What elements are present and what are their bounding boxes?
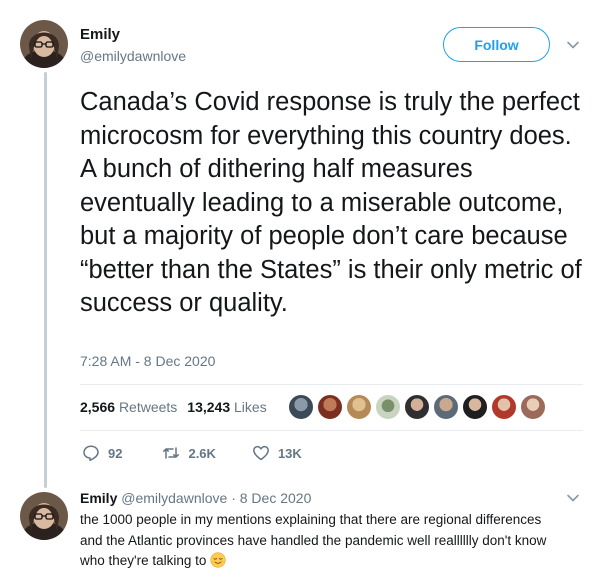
chevron-down-icon[interactable]: [566, 38, 580, 52]
retweets-count: 2,566: [80, 399, 116, 415]
follow-button[interactable]: Follow: [443, 27, 550, 62]
liker-avatar[interactable]: [462, 394, 488, 420]
liker-avatar[interactable]: [346, 394, 372, 420]
tweet-text: Canada’s Covid response is truly the per…: [80, 88, 582, 317]
author-avatar[interactable]: [20, 20, 68, 68]
tweet-stats: 2,566 Retweets 13,243 Likes: [80, 399, 267, 415]
retweets-label: Retweets: [118, 399, 178, 415]
tweet-actions: 92 2.6K 13K: [82, 444, 330, 462]
author-name[interactable]: Emily: [80, 26, 120, 43]
liker-avatar[interactable]: [491, 394, 517, 420]
liker-avatar[interactable]: [375, 394, 401, 420]
reply-author-avatar[interactable]: [20, 492, 68, 540]
liker-avatar[interactable]: [433, 394, 459, 420]
likes-stat[interactable]: 13,243 Likes: [187, 399, 266, 415]
like-count: 13K: [277, 445, 302, 461]
reply-button[interactable]: 92: [82, 444, 122, 462]
thread-connector-line: [44, 72, 47, 488]
retweet-icon: [162, 444, 180, 462]
retweets-stat[interactable]: 2,566 Retweets: [80, 399, 177, 415]
reply-date[interactable]: 8 Dec 2020: [240, 490, 312, 506]
reply-text-body: the 1000 people in my mentions explainin…: [80, 512, 547, 568]
divider: [80, 384, 583, 385]
likes-label: Likes: [234, 399, 267, 415]
liker-avatar[interactable]: [520, 394, 546, 420]
author-handle[interactable]: @emilydawnlove: [80, 48, 186, 64]
liker-avatar[interactable]: [404, 394, 430, 420]
chevron-down-icon[interactable]: [566, 491, 580, 505]
liker-avatar[interactable]: [288, 394, 314, 420]
liker-avatars: [288, 394, 546, 420]
divider: [80, 430, 583, 431]
reply-header: Emily @emilydawnlove · 8 Dec 2020: [80, 490, 311, 506]
reply-text: the 1000 people in my mentions explainin…: [80, 510, 560, 572]
like-button[interactable]: 13K: [252, 444, 302, 462]
reply-author-handle[interactable]: @emilydawnlove: [121, 490, 227, 506]
reply-author-name[interactable]: Emily: [80, 490, 117, 506]
relieved-face-emoji: [210, 552, 226, 568]
liker-avatar[interactable]: [317, 394, 343, 420]
retweet-button[interactable]: 2.6K: [162, 444, 216, 462]
like-icon: [252, 444, 270, 462]
reply-separator: ·: [231, 490, 236, 506]
likes-count: 13,243: [187, 399, 231, 415]
retweet-count: 2.6K: [188, 445, 216, 461]
tweet-timestamp[interactable]: 7:28 AM - 8 Dec 2020: [80, 353, 215, 369]
reply-count: 92: [108, 445, 123, 461]
reply-icon: [82, 444, 100, 462]
